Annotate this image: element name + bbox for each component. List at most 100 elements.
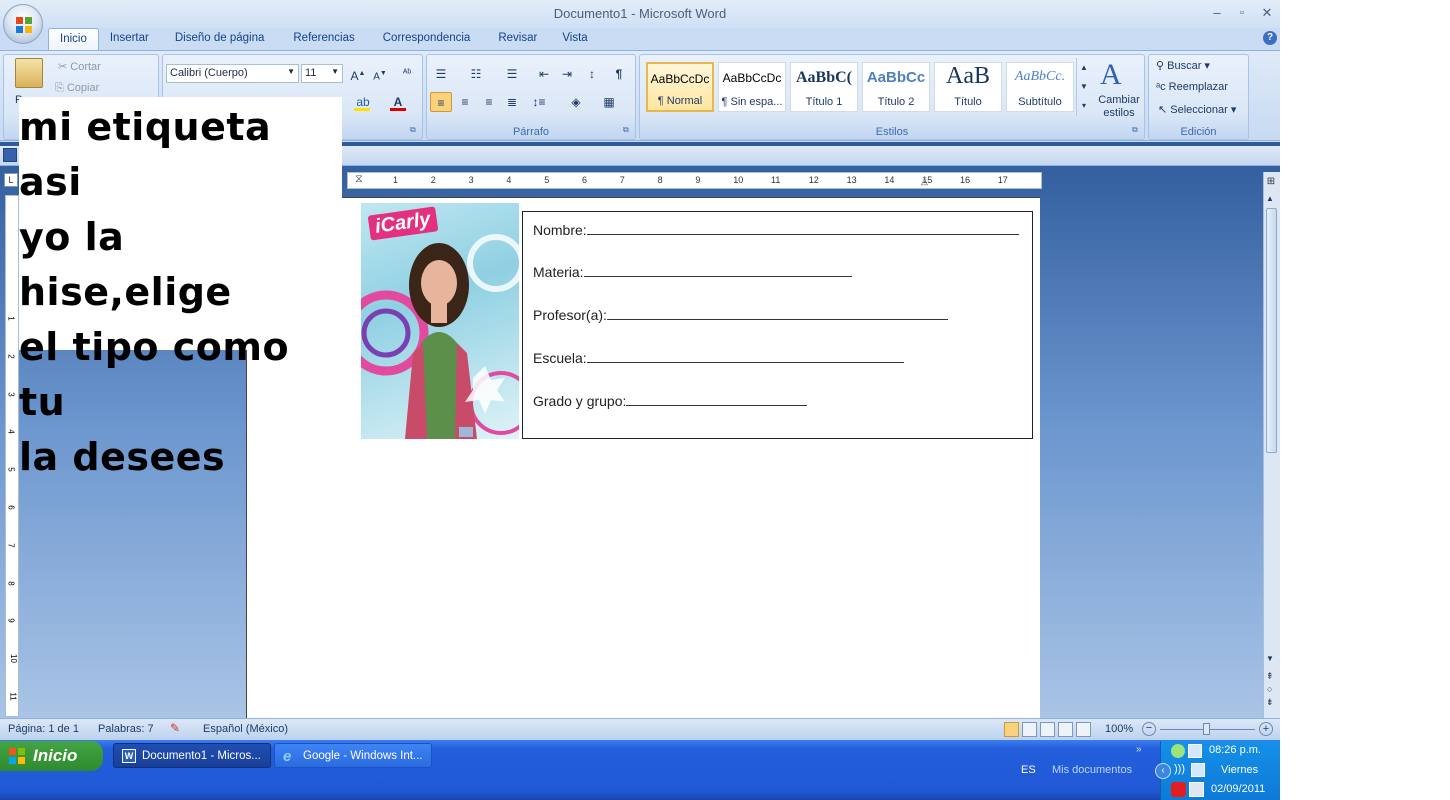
scrollbar-thumb[interactable]	[1266, 208, 1277, 453]
page-count[interactable]: Página: 1 de 1	[8, 723, 79, 735]
highlight-icon[interactable]: ab	[352, 92, 374, 112]
styles-scroll[interactable]: ▲ ▼ ▾	[1076, 58, 1091, 116]
save-icon[interactable]	[3, 148, 17, 162]
office-button[interactable]	[3, 4, 43, 44]
cut-button[interactable]: ✂ Cortar	[58, 60, 101, 73]
font-dialog-launcher-icon[interactable]: ⧉	[410, 125, 416, 135]
paragraph-dialog-launcher-icon[interactable]: ⧉	[623, 125, 629, 135]
style-titulo-2[interactable]: AaBbCc Título 2	[862, 62, 930, 112]
language-status[interactable]: Español (México)	[203, 723, 288, 735]
select-button[interactable]: ↖ Seleccionar ▾	[1158, 103, 1236, 116]
scroll-up-icon[interactable]: ▲	[1266, 194, 1274, 203]
style-titulo-1[interactable]: AaBbC( Título 1	[790, 62, 858, 112]
zoom-level[interactable]: 100%	[1105, 723, 1133, 735]
paste-icon[interactable]	[15, 58, 43, 88]
label-fields-box[interactable]: Nombre: Materia: Profesor(a): Escuela: G…	[522, 211, 1033, 439]
vruler-tick-label: 2	[6, 354, 16, 359]
antivirus-icon[interactable]	[1171, 782, 1186, 797]
web-layout-icon[interactable]	[1040, 722, 1055, 737]
line-spacing-icon[interactable]: ↕≡	[528, 92, 550, 112]
vertical-ruler[interactable]: 12345678910111213	[5, 195, 19, 777]
browse-object-controls[interactable]: ⇞ ○ ⇟	[1266, 670, 1274, 709]
monitor-icon[interactable]	[1191, 763, 1205, 777]
network-icon[interactable]	[1171, 744, 1185, 758]
find-button[interactable]: ⚲ Buscar ▾	[1156, 59, 1210, 72]
draft-icon[interactable]	[1076, 722, 1091, 737]
multilevel-list-icon[interactable]: ☰	[501, 64, 523, 84]
clock-time[interactable]: 08:26 p.m.	[1209, 744, 1261, 756]
volume-icon[interactable]: )))	[1174, 763, 1185, 775]
taskbar-ie-task[interactable]: e Google - Windows Int...	[274, 743, 432, 768]
align-left-icon[interactable]: ≡	[430, 92, 452, 112]
font-color-icon[interactable]: A	[387, 92, 409, 112]
language-indicator[interactable]: ES	[1021, 764, 1036, 776]
increase-indent-icon[interactable]: ⇥	[556, 64, 578, 84]
icarly-picture[interactable]: iCarly	[361, 203, 519, 439]
sort-icon[interactable]: ↕	[581, 64, 603, 84]
change-styles-icon[interactable]: A	[1100, 58, 1122, 92]
full-screen-reading-icon[interactable]	[1022, 722, 1037, 737]
numbering-icon[interactable]: ☷	[465, 64, 487, 84]
replace-button[interactable]: ᵃc Reemplazar	[1156, 81, 1228, 93]
ribbon-tabs: Inicio Insertar Diseño de página Referen…	[48, 28, 599, 51]
ie-icon: e	[283, 748, 292, 765]
tab-diseno[interactable]: Diseño de página	[160, 28, 280, 51]
bullets-icon[interactable]: ☰	[430, 64, 452, 84]
change-styles-button[interactable]: Cambiar estilos	[1096, 94, 1142, 120]
font-name-select[interactable]: Calibri (Cuerpo) ▼	[166, 64, 299, 83]
horizontal-ruler[interactable]: ⧖ △ 1 2 3 4 5 6 7 8 9 10 11 12 13 14 15 16 17	[347, 172, 1042, 189]
styles-group-label: Estilos	[875, 126, 909, 138]
tab-vista[interactable]: Vista	[551, 28, 598, 51]
outline-icon[interactable]	[1058, 722, 1073, 737]
ruler-tick-label: 15	[922, 175, 933, 185]
tray-collapse-icon[interactable]: ‹	[1155, 763, 1171, 779]
style-sin-espaciado[interactable]: AaBbCcDc ¶ Sin espa...	[718, 62, 786, 112]
tab-correspondencia[interactable]: Correspondencia	[369, 28, 485, 51]
tab-revisar[interactable]: Revisar	[484, 28, 551, 51]
style-subtitulo[interactable]: AaBbCc. Subtítulo	[1006, 62, 1074, 112]
view-ruler-icon[interactable]: ⊞	[1264, 176, 1278, 190]
style-titulo[interactable]: AaB Título	[934, 62, 1002, 112]
maximize-button[interactable]: ▫	[1231, 4, 1253, 22]
tab-selector-icon[interactable]: L	[4, 173, 18, 187]
start-button[interactable]: Inicio	[0, 741, 103, 771]
ruler-tick-label: 7	[619, 175, 625, 185]
scroll-down-icon[interactable]: ▼	[1266, 654, 1274, 663]
zoom-slider-thumb[interactable]	[1203, 723, 1210, 735]
align-right-icon[interactable]: ≡	[478, 92, 500, 112]
shading-icon[interactable]: ◈	[565, 92, 587, 112]
ruler-tick-label: 13	[846, 175, 857, 185]
show-marks-icon[interactable]: ¶	[608, 64, 630, 84]
style-normal[interactable]: AaBbCcDc ¶ Normal	[646, 62, 714, 112]
borders-icon[interactable]: ▦	[598, 92, 620, 112]
font-size-select[interactable]: 11 ▼	[301, 64, 343, 83]
tab-inicio[interactable]: Inicio	[48, 28, 99, 51]
taskbar-overflow-icon[interactable]: »	[1136, 744, 1142, 755]
print-layout-icon[interactable]	[1004, 722, 1019, 737]
zoom-out-icon[interactable]: −	[1142, 722, 1156, 736]
minimize-button[interactable]: –	[1206, 4, 1228, 22]
clock-day: Viernes	[1221, 764, 1259, 776]
zoom-in-icon[interactable]: +	[1259, 722, 1273, 736]
close-button[interactable]: ✕	[1256, 4, 1278, 22]
shrink-font-icon[interactable]: A▼	[369, 64, 391, 84]
printer-icon[interactable]	[1189, 782, 1204, 797]
grow-font-icon[interactable]: A▲	[347, 64, 369, 84]
indent-marker-icon[interactable]: ⧖	[355, 173, 367, 189]
tab-referencias[interactable]: Referencias	[279, 28, 368, 51]
align-center-icon[interactable]: ≡	[454, 92, 476, 112]
vruler-tick-label: 6	[6, 505, 16, 510]
word-count[interactable]: Palabras: 7	[98, 723, 154, 735]
tab-insertar[interactable]: Insertar	[99, 28, 160, 51]
help-icon[interactable]: ?	[1263, 31, 1277, 45]
clear-format-icon[interactable]: ᴬᵇ	[396, 64, 418, 84]
copy-button[interactable]: ⎘ Copiar	[55, 82, 99, 95]
ruler-tick-label: 11	[771, 175, 781, 185]
justify-icon[interactable]: ≣	[501, 92, 523, 112]
styles-dialog-launcher-icon[interactable]: ⧉	[1132, 125, 1138, 135]
display-icon[interactable]	[1188, 744, 1202, 758]
taskbar-word-task[interactable]: W Documento1 - Micros...	[113, 743, 271, 768]
proofing-icon[interactable]: ✎	[170, 721, 180, 735]
decrease-indent-icon[interactable]: ⇤	[533, 64, 555, 84]
my-documents-toolbar[interactable]: Mis documentos	[1052, 764, 1132, 776]
